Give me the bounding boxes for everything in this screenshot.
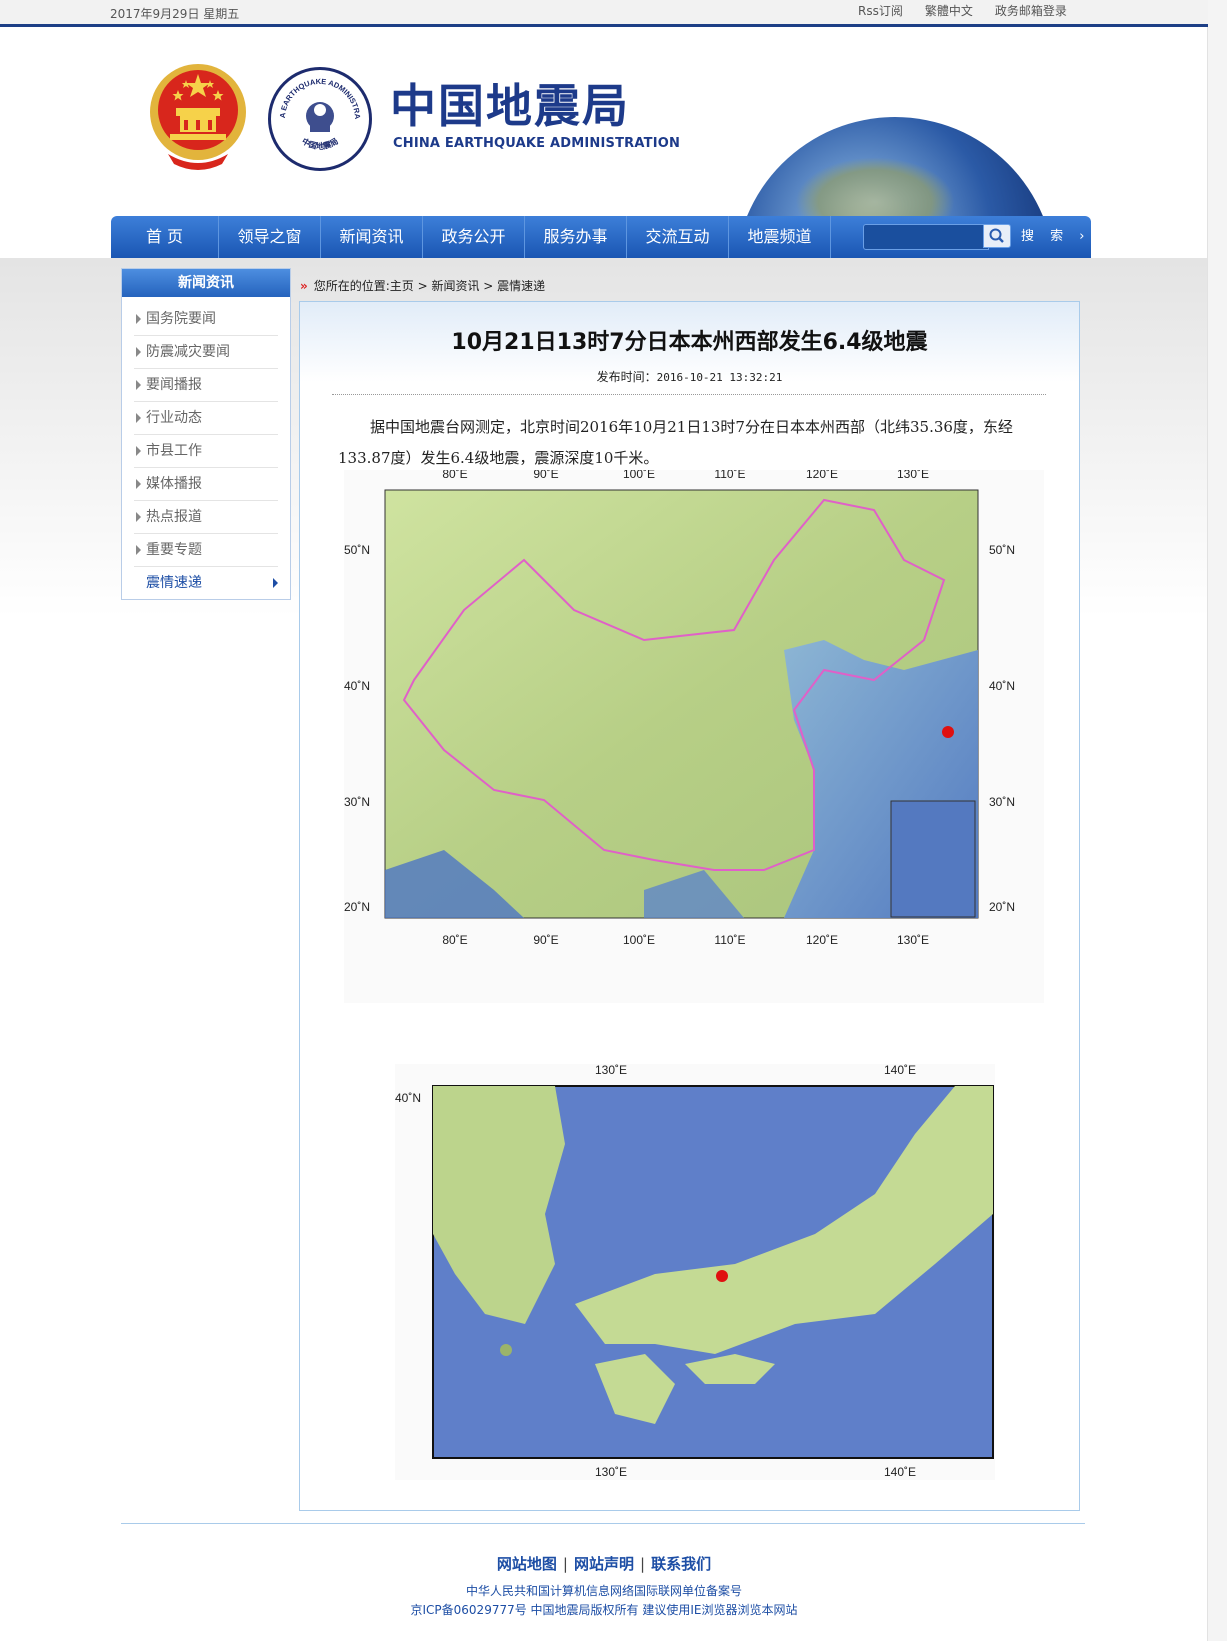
map1-ytick-right: 30˚N [989, 795, 1015, 809]
footer-separator: | [562, 1555, 568, 1573]
epicenter-marker [716, 1270, 728, 1282]
nav-news[interactable]: 新闻资讯 [321, 216, 423, 258]
rss-link[interactable]: Rss订阅 [858, 2, 903, 19]
sidebar-item-earthquake-express[interactable]: 震情速递 [134, 567, 278, 599]
current-date: 2017年9月29日 星期五 [110, 7, 240, 21]
map1-xtick-bottom: 80˚E [442, 933, 467, 947]
map1-ytick-right: 40˚N [989, 679, 1015, 693]
cea-seal-icon: CHINA EARTHQUAKE ADMINISTRATION 中国地震局 [268, 67, 372, 171]
breadcrumb: » 您所在的位置:主页 > 新闻资讯 > 震情速递 [300, 277, 545, 294]
map1-ytick-left: 50˚N [344, 543, 370, 557]
map1-xtick-top: 120˚E [806, 470, 838, 481]
footer-links: 网站地图 | 网站声明 | 联系我们 [0, 1553, 1208, 1574]
footer-divider [121, 1523, 1085, 1524]
sidebar-item-disaster-reduction-news[interactable]: 防震减灾要闻 [134, 336, 278, 369]
traditional-chinese-link[interactable]: 繁體中文 [925, 2, 973, 19]
svg-text:中国地震局: 中国地震局 [300, 136, 340, 151]
search-input[interactable] [863, 224, 989, 250]
map1-xtick-top: 100˚E [623, 470, 655, 481]
contact-us-link[interactable]: 联系我们 [651, 1555, 711, 1573]
sidebar-item-county-work[interactable]: 市县工作 [134, 435, 278, 468]
nav-services[interactable]: 服务办事 [525, 216, 627, 258]
map2-ytick-left: 40˚N [395, 1091, 421, 1105]
footer-registration-line[interactable]: 中华人民共和国计算机信息网络国际联网单位备案号 [0, 1582, 1208, 1599]
map1-xtick-top: 80˚E [442, 470, 467, 481]
title-divider [332, 394, 1046, 395]
map1-ytick-left: 20˚N [344, 900, 370, 914]
article-body: 据中国地震台网测定，北京时间2016年10月21日13时7分在日本本州西部（北纬… [338, 418, 1013, 467]
japan-detail-map: 130˚E 140˚E 130˚E 140˚E 40˚N [395, 1063, 995, 1480]
sitemap-link[interactable]: 网站地图 [497, 1555, 557, 1573]
nav-government-affairs[interactable]: 政务公开 [423, 216, 525, 258]
search-button[interactable] [983, 224, 1011, 248]
nav-leadership[interactable]: 领导之窗 [219, 216, 321, 258]
map1-xtick-top: 90˚E [533, 470, 558, 481]
epicenter-marker [942, 726, 954, 738]
main-navigation: 首 页 领导之窗 新闻资讯 政务公开 服务办事 交流互动 地震频道 搜 索 › [111, 216, 1091, 258]
publish-time: 发布时间：2016-10-21 13:32:21 [300, 368, 1079, 385]
article-title: 10月21日13时7分日本本州西部发生6.4级地震 [451, 330, 928, 355]
nav-home[interactable]: 首 页 [111, 216, 219, 258]
map2-xtick-bottom: 140˚E [884, 1465, 916, 1479]
gov-mail-login-link[interactable]: 政务邮箱登录 [995, 2, 1067, 19]
sidebar-title: 新闻资讯 [122, 269, 290, 297]
map1-ytick-right: 20˚N [989, 900, 1015, 914]
publish-time-value: 2016-10-21 13:32:21 [656, 371, 783, 384]
vertical-scrollbar[interactable] [1207, 0, 1227, 1641]
sidebar-item-hot-reports[interactable]: 热点报道 [134, 501, 278, 534]
sidebar-item-media-broadcast[interactable]: 媒体播报 [134, 468, 278, 501]
sidebar-item-news-broadcast[interactable]: 要闻播报 [134, 369, 278, 402]
footer-separator: | [640, 1555, 646, 1573]
breadcrumb-text[interactable]: 您所在的位置:主页 > 新闻资讯 > 震情速递 [314, 279, 545, 293]
publish-time-label: 发布时间： [596, 370, 657, 384]
nav-interaction[interactable]: 交流互动 [627, 216, 729, 258]
map1-xtick-top: 110˚E [714, 470, 745, 481]
nav-earthquake-channel[interactable]: 地震频道 [729, 216, 831, 258]
sidebar: 新闻资讯 国务院要闻 防震减灾要闻 要闻播报 行业动态 市县工作 媒体播报 热点… [121, 268, 291, 600]
map1-xtick-bottom: 90˚E [533, 933, 558, 947]
japan-detail-map-graphic: 130˚E 140˚E 130˚E 140˚E 40˚N [395, 1063, 994, 1479]
map1-xtick-top: 130˚E [897, 470, 929, 481]
top-bar: 2017年9月29日 星期五 Rss订阅 繁體中文 政务邮箱登录 [0, 0, 1208, 27]
map1-xtick-bottom: 100˚E [623, 933, 655, 947]
national-emblem-icon [150, 64, 246, 170]
sidebar-list: 国务院要闻 防震减灾要闻 要闻播报 行业动态 市县工作 媒体播报 热点报道 重要… [122, 297, 290, 599]
china-region-map-graphic: 80˚E 90˚E 100˚E 110˚E 120˚E 130˚E 80˚E 9… [344, 467, 1015, 947]
site-statement-link[interactable]: 网站声明 [574, 1555, 634, 1573]
sidebar-item-state-council-news[interactable]: 国务院要闻 [134, 303, 278, 336]
map2-xtick-bottom: 130˚E [595, 1465, 627, 1479]
site-logo-english: CHINA EARTHQUAKE ADMINISTRATION [393, 136, 681, 151]
map1-ytick-right: 50˚N [989, 543, 1015, 557]
breadcrumb-marker: » [300, 279, 308, 293]
china-region-map: 80˚E 90˚E 100˚E 110˚E 120˚E 130˚E 80˚E 9… [344, 467, 1044, 1184]
map2-xtick-top: 130˚E [595, 1064, 627, 1077]
top-links: Rss订阅 繁體中文 政务邮箱登录 [858, 2, 1067, 19]
sidebar-item-industry-trends[interactable]: 行业动态 [134, 402, 278, 435]
site-logo-chinese: 中国地震局 [390, 79, 630, 133]
map1-ytick-left: 40˚N [344, 679, 370, 693]
sidebar-item-special-topics[interactable]: 重要专题 [134, 534, 278, 567]
search-icon [989, 228, 1004, 243]
site-header: CHINA EARTHQUAKE ADMINISTRATION 中国地震局 中国… [0, 27, 1208, 217]
map1-xtick-bottom: 120˚E [806, 933, 838, 947]
footer-copyright-line: 京ICP备06029777号 中国地震局版权所有 建议使用IE浏览器浏览本网站 [410, 1603, 798, 1617]
map1-xtick-bottom: 110˚E [714, 933, 745, 947]
search-text-button[interactable]: 搜 索 › [1021, 216, 1090, 258]
map2-xtick-top: 140˚E [884, 1064, 916, 1077]
article-panel: 10月21日13时7分日本本州西部发生6.4级地震 发布时间：2016-10-2… [299, 301, 1080, 1511]
map1-xtick-bottom: 130˚E [897, 933, 929, 947]
map1-ytick-left: 30˚N [344, 795, 370, 809]
